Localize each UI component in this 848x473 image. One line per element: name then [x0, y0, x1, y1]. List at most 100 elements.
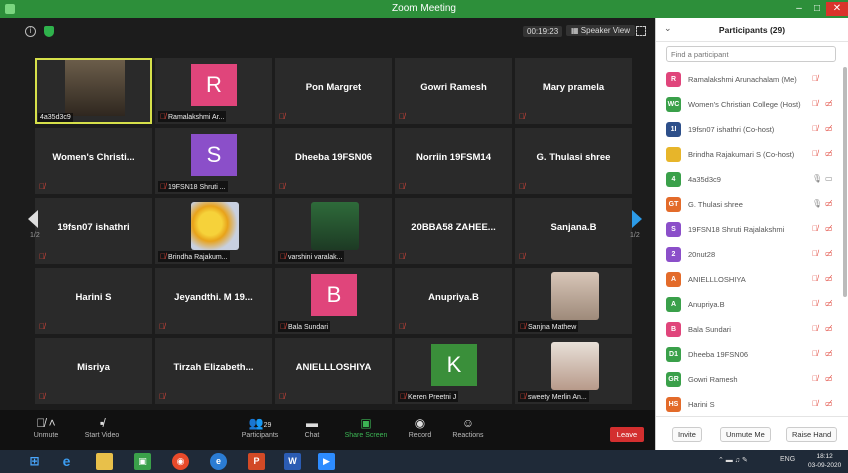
mic-muted-icon: 🎙̸ — [812, 124, 818, 133]
participant-tile[interactable]: Anupriya.B 🎙̸ — [395, 268, 512, 334]
participant-row[interactable]: A Anupriya.B 🎙̸ ▭̸ — [656, 292, 842, 317]
participant-avatar: D1 — [666, 347, 681, 362]
tile-name-tag: 🎙̸ Brindha Rajakum... — [158, 251, 230, 262]
participant-avatar: A — [666, 297, 681, 312]
participant-avatar: HS — [666, 397, 681, 412]
close-button[interactable]: ✕ — [826, 2, 848, 16]
participant-row[interactable]: A ANIELLLOSHIYA 🎙̸ ▭̸ — [656, 267, 842, 292]
tile-participant-name: Tirzah Elizabeth... — [173, 362, 254, 373]
avatar-letter: S — [191, 134, 237, 176]
internet-explorer-icon[interactable]: e — [58, 453, 75, 470]
store-icon[interactable]: ▣ — [134, 453, 151, 470]
participant-avatar: A — [666, 272, 681, 287]
participant-row[interactable]: 4 4a35d3c9 🎙 ▭ — [656, 167, 842, 192]
participant-tile[interactable]: Mary pramela 🎙̸ — [515, 58, 632, 124]
participant-tile[interactable]: 19fsn07 ishathri 🎙̸ — [35, 198, 152, 264]
raise-hand-button[interactable]: Raise Hand — [786, 427, 838, 442]
tile-participant-name: Anupriya.B — [428, 292, 479, 303]
muted-mic-icon: 🎙̸ — [519, 182, 525, 191]
participant-row[interactable]: R Ramalakshmi Arunachalam (Me) 🎙̸ — [656, 67, 842, 92]
leave-button[interactable]: Leave — [610, 427, 644, 442]
windows-start-icon[interactable]: ⊞ — [26, 453, 43, 470]
participant-tile[interactable]: S 🎙̸ 19FSN18 Shruti ... — [155, 128, 272, 194]
participant-tile[interactable]: 🎙̸ varshini varalak... — [275, 198, 392, 264]
participants-button[interactable]: 👥29 Participants — [232, 414, 288, 439]
participant-row[interactable]: 2 20nut28 🎙̸ ▭̸ — [656, 242, 842, 267]
participant-tile[interactable]: Tirzah Elizabeth... 🎙̸ — [155, 338, 272, 404]
invite-button[interactable]: Invite — [672, 427, 702, 442]
word-icon[interactable]: W — [284, 453, 301, 470]
participant-tile[interactable]: Gowri Ramesh 🎙̸ — [395, 58, 512, 124]
participant-tile[interactable]: 🎙̸ sweety Merlin An... — [515, 338, 632, 404]
participant-row[interactable]: WC Women's Christian College (Host) 🎙̸ ▭̸ — [656, 92, 842, 117]
unmute-button[interactable]: 🎙̸ ˄ Unmute — [18, 414, 74, 439]
file-explorer-icon[interactable] — [96, 453, 113, 470]
avatar-letter: B — [311, 274, 357, 316]
share-screen-button[interactable]: ▣ Share Screen — [338, 414, 394, 439]
participant-tile[interactable]: Sanjana.B 🎙̸ — [515, 198, 632, 264]
participant-tile[interactable]: Norriin 19FSM14 🎙̸ — [395, 128, 512, 194]
powerpoint-icon[interactable]: P — [248, 453, 265, 470]
participant-tile[interactable]: B 🎙̸ Bala Sundari — [275, 268, 392, 334]
speaker-view-button[interactable]: ▦ Speaker View — [566, 25, 635, 36]
window-title: Zoom Meeting — [392, 3, 456, 14]
edge-icon[interactable]: e — [210, 453, 227, 470]
participant-row[interactable]: Brindha Rajakumari S (Co-host) 🎙̸ ▭̸ — [656, 142, 842, 167]
participant-list-scrollbar[interactable] — [843, 67, 847, 297]
participant-row[interactable]: S 19FSN18 Shruti Rajalakshmi 🎙̸ ▭̸ — [656, 217, 842, 242]
unmute-me-button[interactable]: Unmute Me — [720, 427, 771, 442]
participant-tile[interactable]: G. Thulasi shree 🎙̸ — [515, 128, 632, 194]
camera-off-icon: ▭̸ — [825, 149, 833, 158]
participant-tile[interactable]: Women's Christi... 🎙̸ — [35, 128, 152, 194]
taskbar-clock[interactable]: 18:12 03-09-2020 — [808, 452, 841, 470]
tile-participant-name: Dheeba 19FSN06 — [294, 152, 373, 163]
participant-tile[interactable]: K 🎙̸ Keren Preetni J — [395, 338, 512, 404]
participant-tile[interactable]: Misriya 🎙̸ — [35, 338, 152, 404]
chrome-icon[interactable]: ◉ — [172, 453, 189, 470]
participant-tile[interactable]: Pon Margret 🎙̸ — [275, 58, 392, 124]
tile-name-text: 19FSN18 Shruti ... — [168, 184, 226, 191]
participant-tile[interactable]: 🎙̸ Brindha Rajakum... — [155, 198, 272, 264]
participant-tile[interactable]: ANIELLLOSHIYA 🎙̸ — [275, 338, 392, 404]
video-off-icon: ▪̸ — [99, 416, 105, 430]
reactions-button[interactable]: ☺ Reactions — [440, 414, 496, 439]
mic-muted-icon: 🎙̸ — [812, 274, 818, 283]
zoom-taskbar-icon[interactable]: ▶ — [318, 453, 335, 470]
mic-on-icon: 🎙 — [812, 199, 823, 208]
chat-button[interactable]: ▬ Chat — [284, 414, 340, 439]
camera-off-icon: ▭̸ — [825, 399, 833, 408]
participant-tile[interactable]: Dheeba 19FSN06 🎙̸ — [275, 128, 392, 194]
participant-tile[interactable]: 🎙̸ Sanjna Mathew — [515, 268, 632, 334]
participant-tile[interactable]: Harini S 🎙̸ — [35, 268, 152, 334]
clock-time: 18:12 — [816, 453, 833, 460]
participant-row[interactable]: D1 Dheeba 19FSN06 🎙̸ ▭̸ — [656, 342, 842, 367]
unmute-label: Unmute — [33, 432, 59, 439]
participant-tile[interactable]: Jeyandthi. M 19... 🎙̸ — [155, 268, 272, 334]
fullscreen-icon[interactable] — [636, 26, 646, 36]
participant-tile[interactable]: 4a35d3c9 — [35, 58, 152, 124]
participant-search-input[interactable] — [666, 46, 836, 62]
previous-page-arrow-icon[interactable] — [28, 210, 38, 228]
participant-row[interactable]: GR Gowri Ramesh 🎙̸ ▭̸ — [656, 367, 842, 392]
info-icon[interactable]: i — [25, 26, 36, 37]
profile-photo — [551, 272, 599, 320]
tray-icons[interactable]: ⌃ ▬ ♫ ✎ — [718, 456, 748, 464]
participant-row[interactable]: B Bala Sundari 🎙̸ ▭̸ — [656, 317, 842, 342]
mic-muted-icon: 🎙̸ — [812, 299, 818, 308]
language-indicator[interactable]: ENG — [780, 456, 795, 463]
participant-tile[interactable]: R 🎙̸ Ramalakshmi Ar... — [155, 58, 272, 124]
participant-avatar: GR — [666, 372, 681, 387]
maximize-button[interactable]: □ — [808, 2, 826, 16]
tile-participant-name: Jeyandthi. M 19... — [174, 292, 253, 303]
participant-name: 19fsn07 ishathri (Co-host) — [688, 125, 775, 134]
participant-avatar: B — [666, 322, 681, 337]
participant-tile[interactable]: 20BBA58 ZAHEE... 🎙̸ — [395, 198, 512, 264]
participant-row[interactable]: HS Harini S 🎙̸ ▭̸ — [656, 392, 842, 417]
security-shield-icon[interactable] — [44, 26, 54, 37]
start-video-button[interactable]: ▪̸ Start Video — [74, 414, 130, 439]
muted-mic-icon: 🎙̸ — [279, 112, 285, 121]
participant-row[interactable]: 1I 19fsn07 ishathri (Co-host) 🎙̸ ▭̸ — [656, 117, 842, 142]
next-page-arrow-icon[interactable] — [632, 210, 642, 228]
minimize-button[interactable]: – — [790, 2, 808, 16]
participant-row[interactable]: GT G. Thulasi shree 🎙 ▭̸ — [656, 192, 842, 217]
